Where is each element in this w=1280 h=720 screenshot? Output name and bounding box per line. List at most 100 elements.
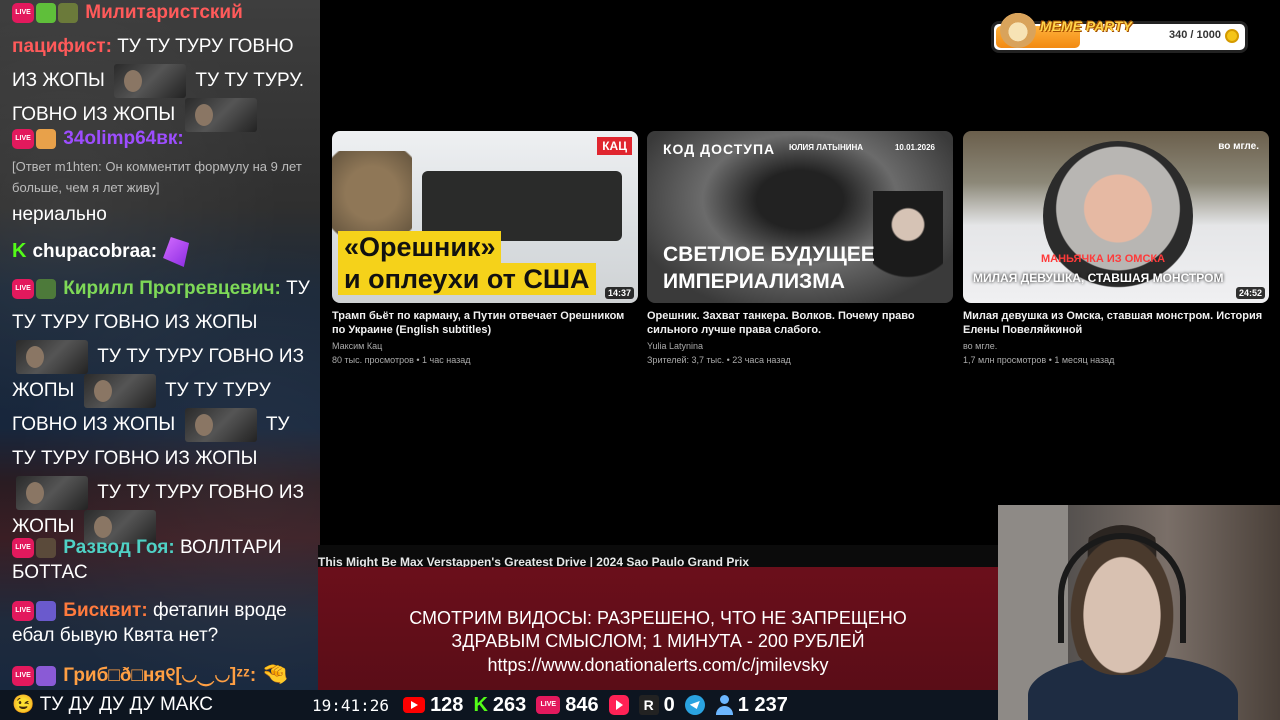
kick-icon: K bbox=[12, 240, 27, 262]
total-count: 1 237 bbox=[737, 693, 788, 716]
chat-nick[interactable]: 34olimp64вк: bbox=[63, 128, 183, 149]
video-channel[interactable]: Yulia Latynina bbox=[647, 339, 953, 353]
total-viewers: 1 237 bbox=[715, 694, 788, 717]
chat-message: LIVE Развод Гоя: ВОЛЛТАРИ БОТТАС bbox=[12, 535, 312, 585]
meme-party-label: MEME PARTY bbox=[1040, 18, 1133, 34]
emoji-icon: 🤏 bbox=[261, 661, 289, 686]
chat-text: ТУ ТУРУ ГОВНО ИЗ ЖОПЫ bbox=[12, 448, 258, 470]
video-meta: 80 тыс. просмотров • 1 час назад bbox=[332, 355, 471, 365]
video-meta: 1,7 млн просмотров • 1 месяц назад bbox=[963, 355, 1115, 365]
chat-text: ГОВНО ИЗ ЖОПЫ bbox=[12, 414, 176, 436]
stats-bar: 😉 ТУ ДУ ДУ ДУ МАКС 19:41:26 128 K 263 LIV… bbox=[0, 690, 998, 720]
thumb-brand: во мгле. bbox=[1218, 141, 1259, 152]
kick-count: 263 bbox=[492, 693, 527, 716]
vk-video-icon bbox=[608, 695, 629, 715]
chat-message: LIVE Кирилл Прогревцевич: ТУ ТУ ТУРУ ГОВ… bbox=[12, 272, 312, 545]
chat-nick[interactable]: chupacobraa: bbox=[32, 241, 157, 262]
video-title[interactable]: Милая девушка из Омска, ставшая монстром… bbox=[963, 309, 1269, 337]
pixel-badge-icon bbox=[36, 600, 56, 621]
chat-message: LIVE 34olimp64вк: [Ответ m1hten: Он комм… bbox=[12, 122, 312, 232]
live-badge-icon: LIVE bbox=[12, 600, 34, 621]
chat-nick[interactable]: Развод Гоя: bbox=[63, 537, 174, 558]
clock: 19:41:26 bbox=[312, 695, 390, 715]
vk-live-count: 846 bbox=[565, 693, 599, 716]
gem-emote-icon bbox=[163, 236, 190, 267]
video-thumbnail[interactable]: КАЦ «Орешник» и оплеухи от США 14:37 bbox=[332, 131, 638, 303]
pencil-badge-icon bbox=[36, 2, 56, 23]
thumb-caption: МИЛАЯ ДЕВУШКА, СТАВШАЯ МОНСТРОМ bbox=[973, 271, 1224, 285]
live-badge-icon: LIVE bbox=[12, 2, 34, 23]
chat-text: ЖОПЫ bbox=[12, 516, 75, 538]
doge-icon bbox=[1000, 12, 1036, 48]
live-badge-icon: LIVE bbox=[12, 537, 34, 558]
emote bbox=[16, 340, 88, 374]
vk-live-viewers: LIVE 846 bbox=[536, 693, 599, 717]
video-card[interactable]: во мгле. маньячка из омска МИЛАЯ ДЕВУШКА… bbox=[963, 131, 1269, 367]
emote bbox=[114, 64, 187, 98]
telegram-viewers bbox=[684, 695, 705, 715]
chat-text: ТУ ДУ ДУ ДУ МАКС bbox=[39, 694, 214, 715]
live-badge-icon: LIVE bbox=[12, 128, 34, 149]
user-icon bbox=[715, 695, 733, 715]
chat-text: ТУ ТУ ТУРУ bbox=[164, 380, 271, 402]
rules-line: ЗДРАВЫМ СМЫСЛОМ; 1 МИНУТА - 200 РУБЛЕЙ bbox=[451, 631, 865, 651]
rules-line: СМОТРИМ ВИДОСЫ: РАЗРЕШЕНО, ЧТО НЕ ЗАПРЕЩ… bbox=[409, 608, 907, 628]
helmet-badge-icon bbox=[36, 278, 56, 299]
vk-live-icon: LIVE bbox=[536, 696, 561, 714]
rumble-viewers: R0 bbox=[638, 693, 675, 717]
emote bbox=[83, 374, 156, 409]
youtube-icon bbox=[403, 697, 426, 713]
donation-link[interactable]: https://www.donationalerts.com/c/jmilevs… bbox=[318, 654, 998, 676]
chat-message: 😉 ТУ ДУ ДУ ДУ МАКС bbox=[12, 694, 213, 716]
chat-text: ЖОПЫ bbox=[12, 380, 75, 402]
chat-text: ТУ ТУ ТУРУ ГОВНО ИЗ bbox=[97, 482, 305, 504]
viewer-stats: 19:41:26 128 K 263 LIVE 846 R0 1 237 bbox=[312, 690, 788, 720]
rules-panel: СМОТРИМ ВИДОСЫ: РАЗРЕШЕНО, ЧТО НЕ ЗАПРЕЩ… bbox=[318, 567, 998, 690]
emote bbox=[184, 408, 257, 443]
thumb-caption: и оплеухи от США bbox=[338, 263, 596, 295]
video-meta: Зрителей: 3,7 тыс. • 23 часа назад bbox=[647, 355, 791, 365]
kick-viewers: K 263 bbox=[473, 694, 526, 717]
pixel-badge-icon bbox=[36, 665, 56, 686]
video-thumbnail[interactable]: во мгле. маньячка из омска МИЛАЯ ДЕВУШКА… bbox=[963, 131, 1269, 303]
emote bbox=[16, 476, 88, 511]
thumb-tag: маньячка из омска bbox=[1041, 253, 1166, 265]
coin-icon bbox=[1225, 29, 1239, 43]
chat-message: LIVE Милитаристский пацифист: ТУ ТУ ТУРУ… bbox=[12, 0, 312, 133]
emoji-icon: 😉 bbox=[12, 694, 35, 714]
thumb-caption: «Орешник» bbox=[338, 231, 502, 263]
video-card[interactable]: КОД ДОСТУПА ЮЛИЯ ЛАТЫНИНА 10.01.2026 СВЕ… bbox=[647, 131, 953, 367]
meme-progress-text: 340 / 1000 bbox=[1169, 29, 1221, 41]
video-channel[interactable]: во мгле. bbox=[963, 339, 1269, 353]
chat-reply-quote: [Ответ m1hten: Он комментит формулу на 9… bbox=[12, 159, 302, 195]
chat-text: ТУ ТУ ТУРУ ГОВНО ИЗ bbox=[97, 346, 305, 368]
chat-nick[interactable]: Гриб□ð□ня୧[◡‿◡]ᶻᶻ: bbox=[63, 665, 256, 686]
video-channel[interactable]: Максим Кац bbox=[332, 339, 638, 353]
chat-message: LIVE Бисквит: фетапин вроде ебал бывую К… bbox=[12, 598, 312, 648]
chat-message: LIVE Гриб□ð□ня୧[◡‿◡]ᶻᶻ: 🤏 bbox=[12, 657, 312, 690]
chat-nick[interactable]: Бисквит: bbox=[63, 600, 147, 621]
tank-badge-icon bbox=[58, 2, 78, 23]
telegram-icon bbox=[684, 695, 705, 715]
chat-text: нериально bbox=[12, 204, 107, 225]
avatar-badge-icon bbox=[36, 537, 56, 558]
live-badge-icon: LIVE bbox=[12, 278, 34, 299]
thumb-date: 10.01.2026 bbox=[894, 143, 935, 152]
kick-icon: K bbox=[473, 693, 488, 716]
video-card[interactable]: КАЦ «Орешник» и оплеухи от США 14:37 Тра… bbox=[332, 131, 638, 367]
video-title[interactable]: Орешник. Захват танкера. Волков. Почему … bbox=[647, 309, 953, 337]
live-badge-icon: LIVE bbox=[12, 665, 34, 686]
thumb-caption: СВЕТЛОЕ БУДУЩЕЕ ИМПЕРИАЛИЗМА bbox=[663, 243, 875, 293]
rumble-icon: R bbox=[638, 695, 659, 715]
burger-badge-icon bbox=[36, 128, 56, 149]
video-thumbnail[interactable]: КОД ДОСТУПА ЮЛИЯ ЛАТЫНИНА 10.01.2026 СВЕ… bbox=[647, 131, 953, 303]
chat-text: ТУ ТУ ТУРУ. bbox=[195, 70, 305, 92]
channel-badge: КАЦ bbox=[597, 137, 632, 155]
rumble-count: 0 bbox=[663, 693, 675, 716]
video-title[interactable]: Трамп бьёт по карману, а Путин отвечает … bbox=[332, 309, 638, 337]
chat-nick[interactable]: Кирилл Прогревцевич: bbox=[63, 278, 281, 299]
thumb-author: ЮЛИЯ ЛАТЫНИНА bbox=[789, 143, 864, 152]
portrait-image bbox=[1043, 141, 1193, 291]
video-duration: 14:37 bbox=[604, 287, 634, 299]
chat-text: ТУ bbox=[265, 414, 290, 436]
